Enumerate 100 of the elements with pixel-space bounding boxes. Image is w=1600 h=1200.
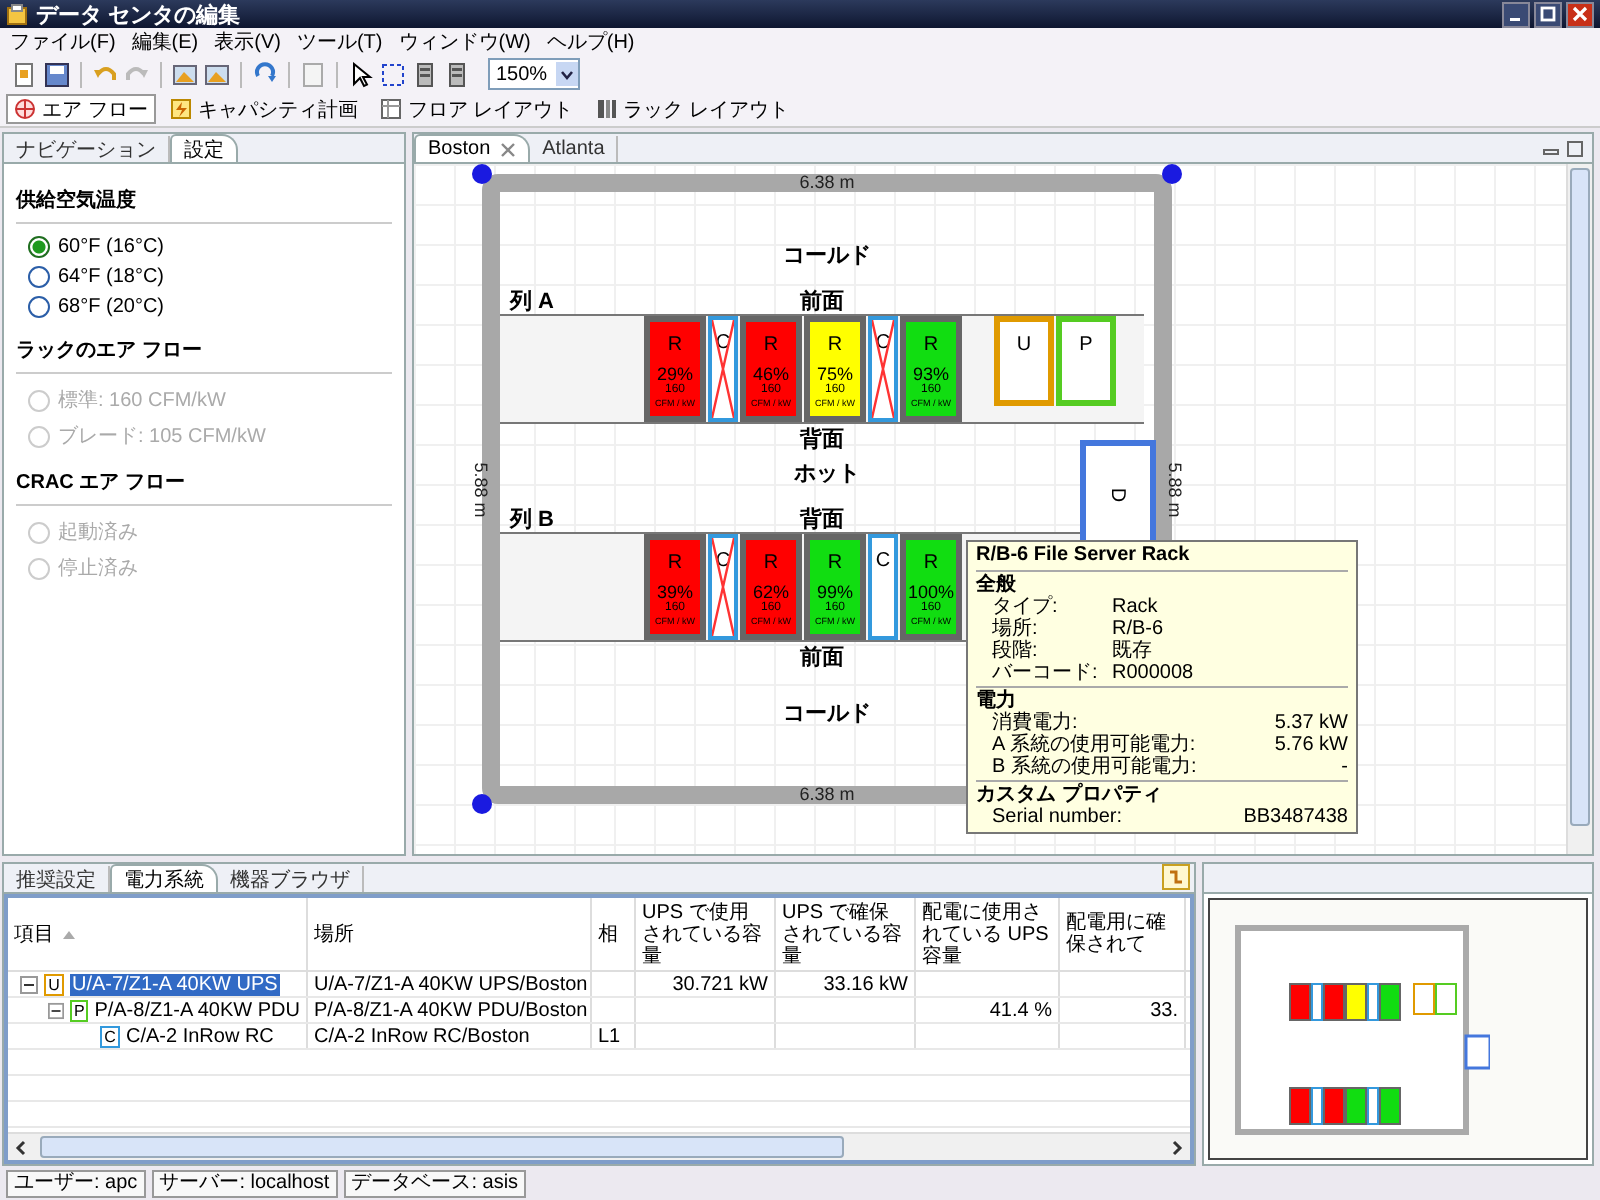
- fan-icon: [14, 98, 36, 120]
- app-icon: [6, 3, 28, 25]
- row-label: 列 A: [507, 288, 556, 316]
- power-unit[interactable]: U: [994, 316, 1054, 406]
- menu-item[interactable]: ファイル(F): [10, 28, 116, 56]
- radio-button[interactable]: [28, 266, 50, 288]
- document-icon[interactable]: [12, 61, 38, 87]
- vertical-scrollbar[interactable]: [1566, 164, 1592, 854]
- perspective-button[interactable]: フロア レイアウト: [371, 94, 582, 124]
- table-cell: 33.: [1150, 999, 1178, 1021]
- dimension-label: 5.88 m: [470, 461, 489, 517]
- panel-tab[interactable]: 電力系統: [110, 864, 218, 892]
- tooltip-section-heading: 全般: [976, 574, 1018, 596]
- item-type-badge: U: [44, 973, 64, 995]
- radio-button[interactable]: [28, 236, 50, 258]
- menu-item[interactable]: ツール(T): [296, 28, 383, 56]
- editor-tab[interactable]: Boston: [414, 134, 531, 162]
- tooltip-title: R/B-6 File Server Rack: [976, 544, 1348, 572]
- horizontal-scrollbar[interactable]: [8, 1132, 1190, 1160]
- table-cell: 41.4 %: [989, 999, 1052, 1021]
- property-value: 既存: [1112, 640, 1152, 662]
- column-header[interactable]: 配電用に確保されて: [1060, 898, 1186, 970]
- table-cell: 33.16 kW: [823, 973, 908, 995]
- rack-icon[interactable]: [444, 61, 470, 87]
- face-label: 前面: [800, 287, 844, 316]
- property-label: バーコード:: [992, 662, 1100, 684]
- corner-handle[interactable]: [472, 164, 492, 184]
- column-header[interactable]: 相: [592, 898, 636, 970]
- radio-button[interactable]: [28, 296, 50, 318]
- radio-option[interactable]: 64°F (18°C): [16, 262, 392, 292]
- menu-item[interactable]: ウィンドウ(W): [398, 28, 531, 56]
- maximize-button[interactable]: [1534, 1, 1562, 27]
- column-header[interactable]: 配電に使用されている UPS 容量: [916, 898, 1060, 970]
- column-header[interactable]: UPS で確保されている容量: [776, 898, 916, 970]
- maximize-icon[interactable]: [1566, 140, 1584, 158]
- corner-handle[interactable]: [472, 794, 492, 814]
- tooltip-section-heading: カスタム プロパティ: [976, 784, 1164, 806]
- dimension-label: 6.38 m: [799, 786, 855, 804]
- rack-letter: R: [667, 552, 683, 574]
- rack-load: 62%: [752, 582, 789, 602]
- image-icon[interactable]: [204, 61, 230, 87]
- radio-option[interactable]: 60°F (16°C): [16, 232, 392, 262]
- rack-load: 39%: [656, 582, 693, 602]
- corner-handle[interactable]: [1162, 164, 1182, 184]
- rack-icon[interactable]: [412, 61, 438, 87]
- window-title: データ センタの編集: [36, 1, 241, 29]
- rack-load: 75%: [816, 364, 853, 384]
- unit-letter: P: [1079, 334, 1093, 356]
- face-label: 背面: [800, 428, 844, 452]
- section-heading: 供給空気温度: [16, 180, 392, 224]
- tree-item[interactable]: C/A-2 InRow RC: [126, 1025, 274, 1047]
- collapse-icon[interactable]: [20, 975, 38, 993]
- item-type-badge: C: [100, 1025, 120, 1047]
- menu-item[interactable]: 編集(E): [131, 28, 199, 56]
- close-icon[interactable]: [500, 141, 517, 157]
- cooling-unit[interactable]: C: [868, 534, 898, 640]
- unit-letter: D: [1107, 486, 1129, 502]
- close-button[interactable]: [1566, 1, 1594, 27]
- editor-tab[interactable]: Atlanta: [530, 136, 619, 162]
- property-value: -: [1341, 756, 1348, 778]
- perspective-button[interactable]: キャパシティ計画: [161, 94, 366, 124]
- tree-item[interactable]: U/A-7/Z1-A 40KW UPS: [70, 973, 280, 995]
- rack-letter: R: [827, 334, 843, 356]
- rack-letter: R: [763, 552, 779, 574]
- aisle-label: コールド: [783, 702, 871, 726]
- cross-mark-icon: [872, 320, 894, 418]
- rack-icon: [595, 98, 618, 120]
- property-label: B 系統の使用可能電力:: [992, 756, 1197, 778]
- menu-item[interactable]: 表示(V): [214, 28, 281, 56]
- minimize-button[interactable]: [1502, 1, 1530, 27]
- perspective-button[interactable]: ラック レイアウト: [587, 94, 797, 124]
- rack-load: 46%: [752, 364, 789, 384]
- cross-mark-icon: [712, 538, 734, 636]
- column-header[interactable]: UPS で使用されている容量: [636, 898, 776, 970]
- panel-tab[interactable]: 機器ブラウザ: [218, 866, 364, 892]
- radio-option[interactable]: 68°F (20°C): [16, 292, 392, 322]
- panel-tab[interactable]: 設定: [170, 134, 238, 162]
- power-unit[interactable]: P: [1056, 316, 1116, 406]
- property-label: タイプ:: [992, 596, 1060, 618]
- column-header[interactable]: 項目: [8, 898, 308, 970]
- zoom-combo[interactable]: 150%: [488, 58, 580, 90]
- menu-item[interactable]: ヘルプ(H): [546, 28, 635, 56]
- perspective-button[interactable]: エア フロー: [6, 94, 156, 124]
- column-header[interactable]: 場所: [308, 898, 592, 970]
- marquee-icon[interactable]: [380, 61, 406, 87]
- rack-letter: R: [763, 334, 779, 356]
- lightning-icon: [169, 98, 192, 120]
- link-icon[interactable]: [1162, 864, 1190, 890]
- status-field: ユーザー: apc: [6, 1169, 146, 1197]
- face-label: 前面: [800, 646, 844, 670]
- dimension-label: 5.88 m: [1165, 461, 1184, 517]
- aisle-label: ホット: [794, 462, 860, 486]
- sort-arrow-icon: [62, 929, 76, 939]
- image-icon[interactable]: [172, 61, 198, 87]
- rack-letter: R: [667, 334, 683, 356]
- tree-item[interactable]: P/A-8/Z1-A 40KW PDU: [94, 999, 300, 1021]
- collapse-icon[interactable]: [48, 1001, 65, 1019]
- rack-load: 99%: [816, 582, 853, 602]
- refresh-icon[interactable]: [252, 61, 278, 87]
- pointer-icon[interactable]: [348, 61, 374, 87]
